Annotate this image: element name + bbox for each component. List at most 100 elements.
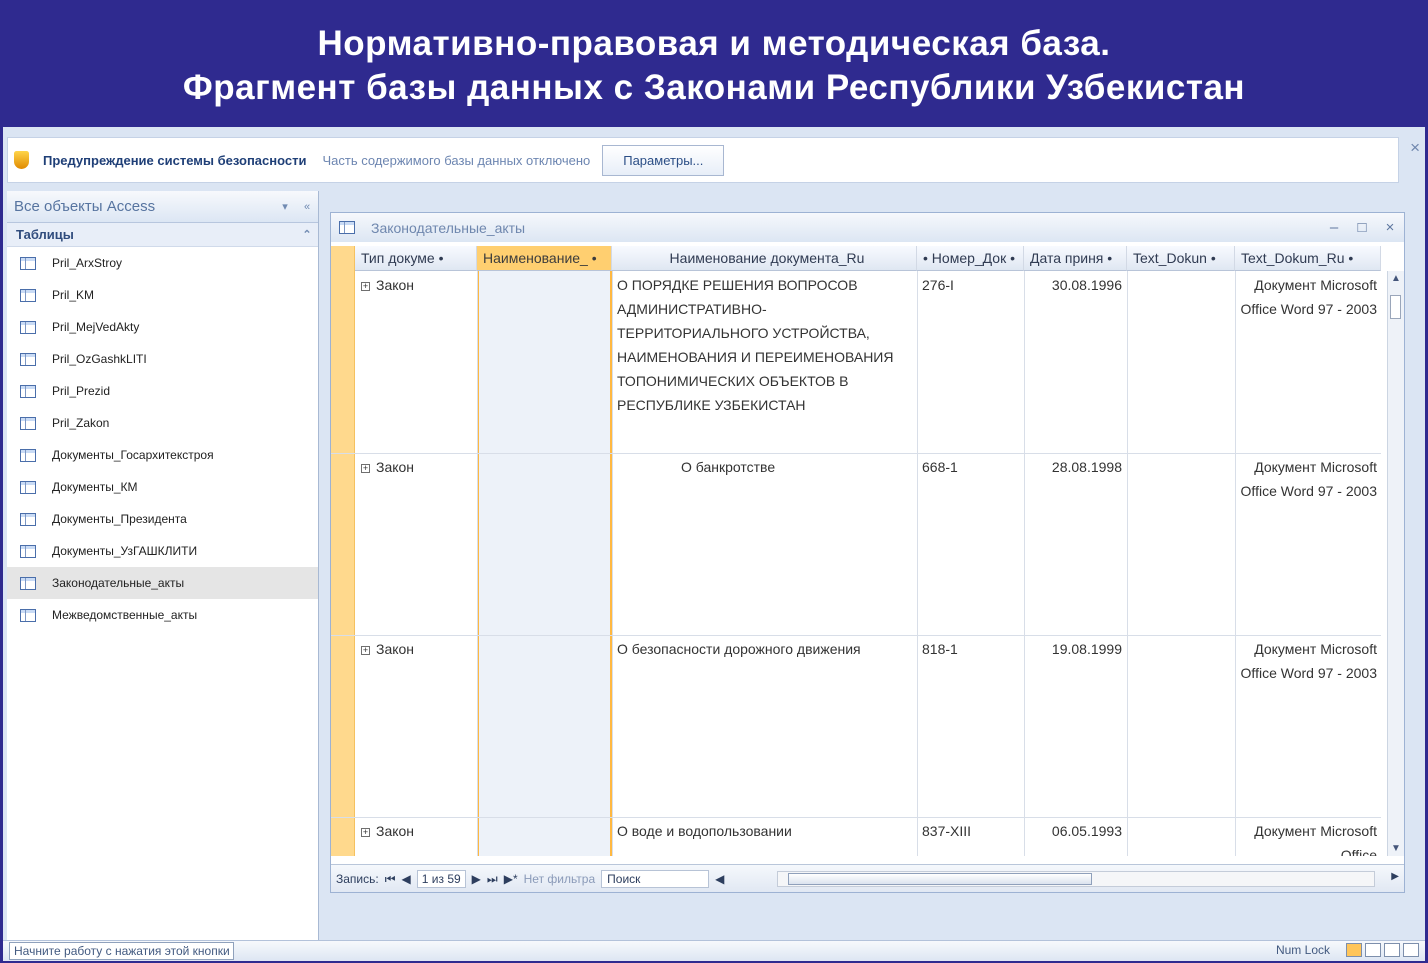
nav-item-pril-ozgashkliti[interactable]: Pril_OzGashkLITI: [7, 343, 318, 375]
title-line-1: Нормативно-правовая и методическая база.: [317, 24, 1111, 63]
nav-item-pril-prezid[interactable]: Pril_Prezid: [7, 375, 318, 407]
record-label: Запись:: [336, 872, 379, 886]
nav-item-label: Документы_УзГАШКЛИТИ: [52, 544, 198, 558]
table-cell-type: + Закон: [361, 641, 415, 657]
nav-item-gosarhitekstroy[interactable]: Документы_Госархитекстроя: [7, 439, 318, 471]
table-window-title: Законодательные_акты: [371, 219, 526, 236]
minimize-icon[interactable]: –: [1320, 219, 1348, 236]
horizontal-scroll-thumb[interactable]: [788, 873, 1092, 885]
record-navigation-bar: Запись: ⏮ ◀ 1 из 59 ▶ ⏭ ▶* Нет фильтра П…: [331, 864, 1404, 892]
collapse-icon[interactable]: «: [296, 201, 318, 213]
design-view-icon[interactable]: [1403, 943, 1419, 957]
expand-icon[interactable]: +: [361, 464, 370, 473]
expand-icon[interactable]: +: [361, 828, 370, 837]
scroll-right-icon[interactable]: ▶: [1391, 871, 1399, 882]
previous-record-icon[interactable]: ◀: [402, 872, 411, 886]
security-warning-title: Предупреждение системы безопасности: [43, 152, 307, 168]
nav-item-zakonodatelnye-akty[interactable]: Законодательные_акты: [7, 567, 318, 599]
nav-item-pril-zakon[interactable]: Pril_Zakon: [7, 407, 318, 439]
scroll-left-icon[interactable]: ◀: [715, 872, 724, 886]
next-record-icon[interactable]: ▶: [472, 872, 481, 886]
horizontal-scrollbar[interactable]: [777, 871, 1375, 887]
nav-item-prezidenta[interactable]: Документы_Президента: [7, 503, 318, 535]
column-header-name[interactable]: Наименование_ •: [477, 246, 612, 271]
pivot-chart-view-icon[interactable]: [1384, 943, 1400, 957]
record-position-input[interactable]: 1 из 59: [416, 870, 466, 888]
nav-item-label: Pril_KM: [52, 288, 95, 302]
scroll-down-icon[interactable]: ▼: [1391, 843, 1401, 854]
vertical-scroll-thumb[interactable]: [1390, 295, 1401, 319]
title-line-2: Фрагмент базы данных с Законами Республи…: [182, 68, 1246, 107]
nav-item-pril-arxstroy[interactable]: Pril_ArxStroy: [7, 247, 318, 279]
close-icon[interactable]: ×: [1410, 138, 1420, 158]
table-icon: [20, 512, 36, 526]
nav-item-label: Документы_Госархитекстроя: [52, 448, 214, 462]
nav-section-label: Таблицы: [16, 227, 74, 242]
nav-item-pril-km[interactable]: Pril_KM: [7, 279, 318, 311]
column-header-date[interactable]: Дата приня •: [1024, 246, 1127, 271]
scroll-up-icon[interactable]: ▲: [1391, 273, 1401, 284]
params-button[interactable]: Параметры...: [602, 144, 725, 176]
nav-item-label: Pril_Prezid: [52, 384, 111, 398]
chevron-down-icon[interactable]: ▾: [274, 200, 296, 213]
table-icon: [339, 221, 355, 234]
view-switcher[interactable]: [1346, 943, 1419, 957]
start-hint[interactable]: Начните работу с нажатия этой кнопки: [9, 942, 234, 960]
column-header-name-ru[interactable]: Наименование документа_Ru: [612, 246, 917, 271]
table-cell-number: 818-1: [922, 641, 958, 657]
nav-item-label: Документы_Президента: [52, 512, 187, 526]
table-cell-name-ru: О безопасности дорожного движения: [617, 641, 861, 657]
nav-section-tables[interactable]: Таблицы ⌃: [7, 223, 318, 247]
nav-item-label: Межведомственные_акты: [52, 608, 198, 622]
pivot-table-view-icon[interactable]: [1365, 943, 1381, 957]
access-screenshot: Предупреждение системы безопасности Част…: [3, 127, 1425, 961]
nav-item-uzgashkliti[interactable]: Документы_УзГАШКЛИТИ: [7, 535, 318, 567]
first-record-icon[interactable]: ⏮: [385, 872, 396, 887]
table-icon: [20, 352, 36, 366]
search-input[interactable]: Поиск: [601, 870, 710, 888]
table-cell-date: 06.05.1993: [1051, 823, 1122, 839]
table-icon: [20, 480, 36, 494]
column-header-text[interactable]: Text_Dokun •: [1127, 246, 1235, 271]
nav-pane-header[interactable]: Все объекты Access ▾ «: [7, 191, 318, 223]
maximize-icon[interactable]: □: [1348, 219, 1376, 236]
nav-item-km[interactable]: Документы_КМ: [7, 471, 318, 503]
close-icon[interactable]: ×: [1376, 219, 1404, 236]
nav-item-label: Pril_Zakon: [52, 416, 110, 430]
expand-icon[interactable]: +: [361, 646, 370, 655]
last-record-icon[interactable]: ⏭: [487, 872, 498, 887]
nav-item-label: Законодательные_акты: [52, 576, 185, 590]
num-lock-indicator: Num Lock: [1275, 943, 1330, 957]
slide-title: Нормативно-правовая и методическая база.…: [0, 0, 1428, 127]
column-header-type[interactable]: Тип докуме •: [355, 246, 477, 271]
table-cell-type: + Закон: [361, 459, 415, 475]
table-icon: [20, 608, 36, 622]
nav-item-pril-mejvedakty[interactable]: Pril_MejVedAkty: [7, 311, 318, 343]
application-status-bar: Начните работу с нажатия этой кнопки Num…: [3, 940, 1425, 961]
table-icon: [20, 384, 36, 398]
table-icon: [20, 544, 36, 558]
new-record-icon[interactable]: ▶*: [504, 872, 518, 886]
table-cell-date: 30.08.1996: [1051, 277, 1122, 293]
column-header-text-ru[interactable]: Text_Dokum_Ru •: [1235, 246, 1381, 271]
table-icon: [20, 256, 36, 270]
table-cell-name-ru: О банкротстве: [681, 459, 776, 475]
vertical-scrollbar[interactable]: ▲ ▼: [1387, 271, 1404, 856]
column-header-number[interactable]: • Номер_Док •: [917, 246, 1024, 271]
navigation-pane: Все объекты Access ▾ « Таблицы ⌃ Pril_Ar…: [7, 191, 319, 961]
row-selector-column[interactable]: [331, 246, 355, 856]
filter-status[interactable]: Нет фильтра: [524, 872, 596, 886]
table-cell-type: + Закон: [361, 277, 415, 293]
expand-icon[interactable]: +: [361, 282, 370, 291]
table-icon: [20, 320, 36, 334]
table-window-titlebar: Законодательные_акты – □ ×: [331, 213, 1404, 242]
nav-item-label: Pril_OzGashkLITI: [52, 352, 147, 366]
table-cell-type: + Закон: [361, 823, 415, 839]
nav-item-mezhvedomstvennye-akty[interactable]: Межведомственные_акты: [7, 599, 318, 631]
table-cell-text-ru: Документ Microsoft Office Word 97 - 2003: [1240, 459, 1377, 499]
table-cell-number: 668-1: [922, 459, 958, 475]
section-toggle-icon[interactable]: ⌃: [296, 228, 318, 241]
table-cell-date: 28.08.1998: [1051, 459, 1122, 475]
nav-item-label: Pril_ArxStroy: [52, 256, 123, 270]
datasheet-view-icon[interactable]: [1346, 943, 1362, 957]
